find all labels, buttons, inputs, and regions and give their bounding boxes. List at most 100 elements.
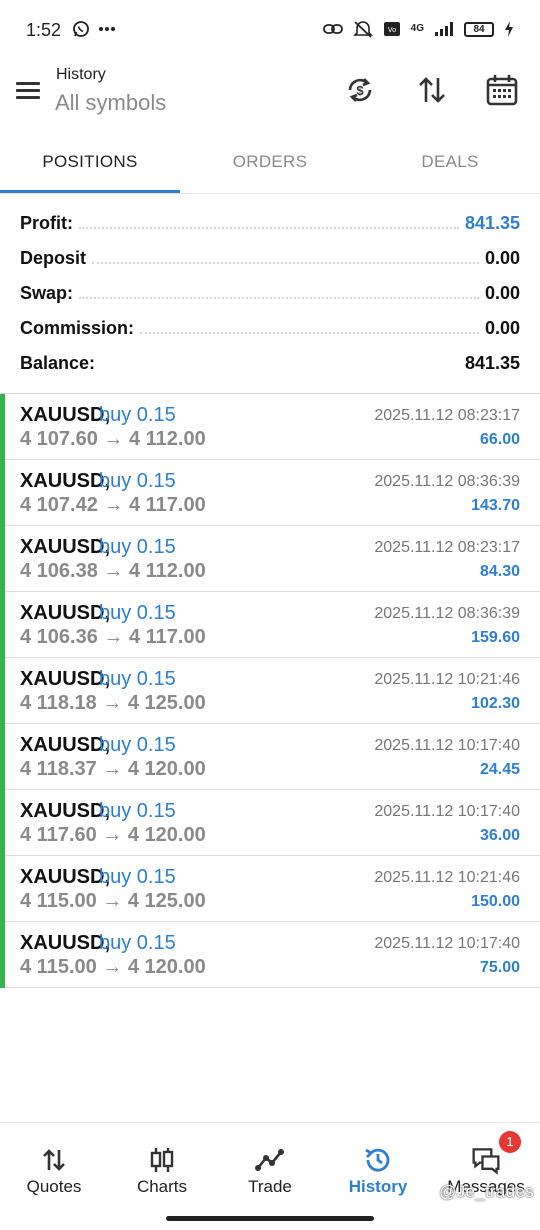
- balance-value: 841.35: [458, 353, 520, 374]
- position-prices: 4 115.00 → 4 120.00: [20, 956, 206, 978]
- dotted-leader: [140, 331, 479, 334]
- position-time: 2025.11.12 10:17:40: [374, 935, 520, 952]
- position-prices: 4 107.60 → 4 112.00: [20, 428, 206, 450]
- tabs-divider: [0, 193, 540, 194]
- summary-row-balance: Balance: 841.35: [20, 346, 520, 381]
- volte-icon: Vo: [383, 22, 400, 36]
- position-time: 2025.11.12 08:36:39: [374, 473, 520, 490]
- currency-refresh-icon: $: [348, 78, 372, 102]
- position-side: buy 0.15: [99, 470, 176, 492]
- position-row[interactable]: XAUUSD, buy 0.15 4 115.00 → 4 120.00 202…: [0, 922, 540, 988]
- position-profit: 36.00: [479, 827, 520, 844]
- position-row[interactable]: XAUUSD, buy 0.15 4 118.37 → 4 120.00 202…: [0, 724, 540, 790]
- swap-label: Swap:: [20, 283, 80, 304]
- profit-accent-bar: [0, 790, 5, 856]
- position-row[interactable]: XAUUSD, buy 0.15 4 106.36 → 4 117.00 202…: [0, 592, 540, 658]
- summary-row-deposit: Deposit 0.00: [20, 241, 520, 276]
- position-time: 2025.11.12 08:23:17: [374, 407, 520, 424]
- nav-label: Charts: [136, 1177, 188, 1196]
- position-profit: 159.60: [471, 629, 520, 646]
- position-side: buy 0.15: [99, 536, 176, 558]
- nav-history[interactable]: History: [324, 1123, 432, 1213]
- status-time: 1:52: [26, 20, 62, 40]
- unread-badge: 1: [498, 1131, 521, 1153]
- position-profit: 150.00: [471, 893, 520, 910]
- whatsapp-icon: [73, 21, 89, 37]
- status-bar: 1:52 Vo 4G 84: [0, 0, 540, 62]
- position-prices: 4 115.00 → 4 125.00: [20, 890, 206, 912]
- position-profit: 75.00: [479, 959, 520, 976]
- position-symbol: XAUUSD,: [20, 866, 111, 888]
- profit-accent-bar: [0, 658, 5, 724]
- position-time: 2025.11.12 10:21:46: [374, 671, 520, 688]
- more-dots-icon: [99, 27, 115, 31]
- history-icon: [363, 1145, 393, 1175]
- position-row[interactable]: XAUUSD, buy 0.15 4 118.18 → 4 125.00 202…: [0, 658, 540, 724]
- dotted-leader: [101, 367, 459, 369]
- nav-charts[interactable]: Charts: [108, 1123, 216, 1213]
- link-icon: [322, 24, 343, 34]
- nav-quotes[interactable]: Quotes: [0, 1123, 108, 1213]
- sort-button[interactable]: [414, 72, 450, 108]
- home-indicator[interactable]: [166, 1216, 374, 1221]
- sort-icon: [419, 77, 445, 103]
- position-row[interactable]: XAUUSD, buy 0.15 4 106.38 → 4 112.00 202…: [0, 526, 540, 592]
- profit-label: Profit:: [20, 213, 79, 234]
- trade-icon: [255, 1145, 285, 1175]
- deposit-value: 0.00: [478, 248, 520, 269]
- profit-accent-bar: [0, 856, 5, 922]
- position-time: 2025.11.12 08:36:39: [374, 605, 520, 622]
- position-side: buy 0.15: [99, 404, 176, 426]
- position-profit: 143.70: [471, 497, 520, 514]
- quotes-icon: [39, 1145, 69, 1175]
- position-side: buy 0.15: [99, 866, 176, 888]
- summary-panel: Profit: 841.35 Deposit 0.00 Swap: 0.00 C…: [0, 206, 540, 381]
- position-profit: 24.45: [479, 761, 520, 778]
- balance-label: Balance:: [20, 353, 102, 374]
- position-row[interactable]: XAUUSD, buy 0.15 4 107.42 → 4 117.00 202…: [0, 460, 540, 526]
- profit-accent-bar: [0, 922, 5, 988]
- position-prices: 4 117.60 → 4 120.00: [20, 824, 206, 846]
- nav-label: History: [348, 1177, 408, 1196]
- calendar-icon: [486, 75, 518, 106]
- dotted-leader: [79, 296, 479, 299]
- position-time: 2025.11.12 08:23:17: [374, 539, 520, 556]
- menu-icon[interactable]: [16, 82, 40, 100]
- tab-positions[interactable]: POSITIONS: [0, 138, 180, 194]
- position-time: 2025.11.12 10:17:40: [374, 737, 520, 754]
- positions-list: XAUUSD, buy 0.15 4 107.60 → 4 112.00 202…: [0, 394, 540, 988]
- currency-refresh-button[interactable]: $: [342, 72, 378, 108]
- symbol-filter[interactable]: All symbols: [55, 90, 166, 116]
- battery-icon: 84: [464, 21, 494, 37]
- status-notification-icons: [72, 20, 116, 38]
- position-symbol: XAUUSD,: [20, 932, 111, 954]
- charging-icon: [505, 21, 513, 37]
- history-tabs: POSITIONS ORDERS DEALS: [0, 138, 540, 194]
- profit-accent-bar: [0, 394, 5, 460]
- profit-accent-bar: [0, 592, 5, 658]
- nav-trade[interactable]: Trade: [216, 1123, 324, 1213]
- profit-value: 841.35: [458, 213, 520, 234]
- tab-orders[interactable]: ORDERS: [180, 138, 360, 194]
- summary-row-commission: Commission: 0.00: [20, 311, 520, 346]
- position-symbol: XAUUSD,: [20, 536, 111, 558]
- position-row[interactable]: XAUUSD, buy 0.15 4 107.60 → 4 112.00 202…: [0, 394, 540, 460]
- mute-icon: [352, 21, 373, 38]
- position-symbol: XAUUSD,: [20, 734, 111, 756]
- profit-accent-bar: [0, 460, 5, 526]
- position-row[interactable]: XAUUSD, buy 0.15 4 117.60 → 4 120.00 202…: [0, 790, 540, 856]
- tab-deals[interactable]: DEALS: [360, 138, 540, 194]
- page-title: History: [56, 66, 106, 83]
- position-time: 2025.11.12 10:17:40: [374, 803, 520, 820]
- position-row[interactable]: XAUUSD, buy 0.15 4 115.00 → 4 125.00 202…: [0, 856, 540, 922]
- position-profit: 66.00: [479, 431, 520, 448]
- position-prices: 4 106.38 → 4 112.00: [20, 560, 206, 582]
- position-side: buy 0.15: [99, 932, 176, 954]
- swap-value: 0.00: [478, 283, 520, 304]
- calendar-button[interactable]: [484, 72, 520, 108]
- profit-accent-bar: [0, 526, 5, 592]
- nav-label: Trade: [248, 1177, 292, 1196]
- position-prices: 4 118.18 → 4 125.00: [20, 692, 206, 714]
- position-side: buy 0.15: [99, 602, 176, 624]
- dotted-leader: [92, 261, 479, 264]
